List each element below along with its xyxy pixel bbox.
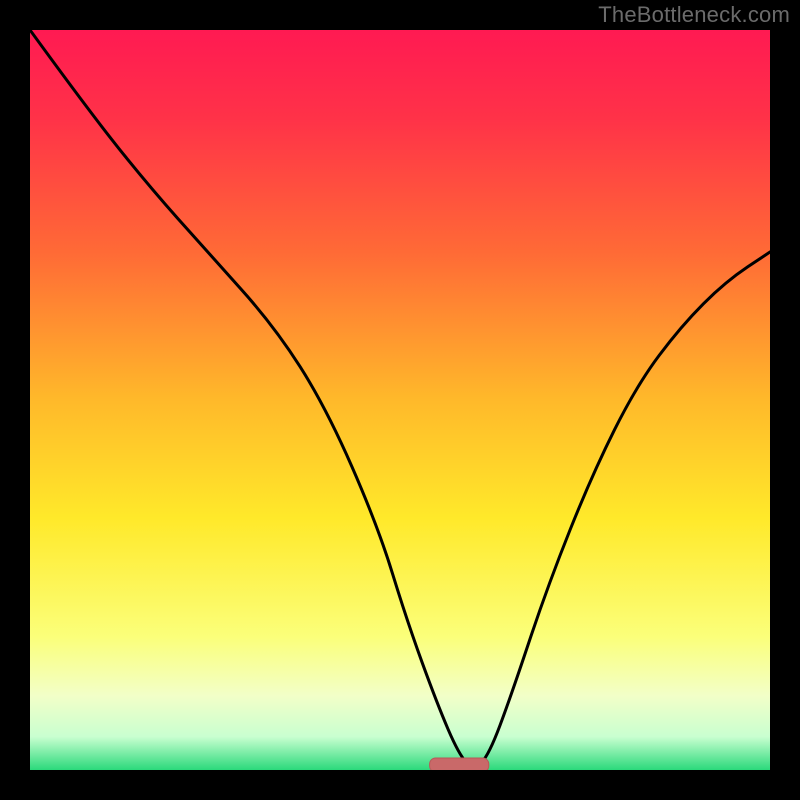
- chart-frame: TheBottleneck.com: [0, 0, 800, 800]
- optimum-marker: [430, 758, 489, 770]
- gradient-background: [30, 30, 770, 770]
- bottleneck-chart: [30, 30, 770, 770]
- watermark-text: TheBottleneck.com: [598, 2, 790, 28]
